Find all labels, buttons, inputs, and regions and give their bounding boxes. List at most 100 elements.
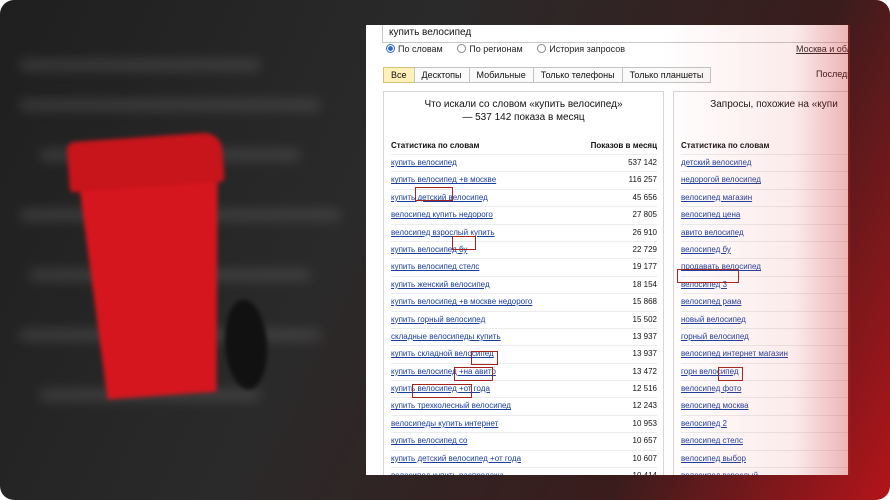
similar-query-link[interactable]: велосипед магазин [681, 193, 752, 202]
table-row: детский велосипед [681, 154, 848, 171]
table-row: складные велосипеды купить 13 937 [391, 327, 657, 345]
impressions-value: 15 502 [632, 314, 657, 324]
table-row: велосипед москва [681, 397, 848, 414]
table-row: купить женский велосипед 18 154 [391, 275, 657, 293]
table-row: велосипед стелс [681, 432, 848, 449]
table-row: велосипед фото [681, 380, 848, 397]
tab-all[interactable]: Все [383, 67, 415, 83]
region-link[interactable]: Москва и обл [796, 44, 848, 54]
impressions-value: 19 177 [632, 262, 657, 272]
query-link[interactable]: купить велосипед со [391, 436, 468, 445]
query-link[interactable]: купить велосипед +в москве [391, 175, 496, 184]
search-input[interactable]: купить велосипед [382, 25, 848, 43]
table-row: велосипед купить недорого 27 805 [391, 206, 657, 223]
query-link[interactable]: купить детский велосипед +от года [391, 454, 521, 463]
query-link[interactable]: купить трехколесный велосипед [391, 401, 511, 410]
impressions-value: 537 142 [628, 158, 657, 167]
table-row: купить трехколесный велосипед 12 243 [391, 397, 657, 414]
table-row: велосипеды купить интернет 10 953 [391, 414, 657, 432]
radio-dot-icon [537, 44, 547, 53]
table-row: велосипед цена [681, 206, 848, 223]
similar-query-link[interactable]: недорогой велосипед [681, 175, 761, 184]
query-link[interactable]: купить велосипед стелс [391, 262, 479, 271]
impressions-value: 45 656 [632, 192, 657, 202]
query-link[interactable]: купить велосипед +в москве недорого [391, 297, 532, 306]
table-row: новый велосипед [681, 310, 848, 328]
tab-tablets[interactable]: Только планшеты [621, 67, 712, 83]
impressions-value: 13 472 [632, 366, 657, 376]
similar-query-link[interactable]: велосипед москва [681, 401, 749, 410]
table-row: велосипед рама [681, 293, 848, 310]
table-row: купить велосипед бу 22 729 [391, 240, 657, 258]
table-row: купить велосипед +в москве недорого 15 86… [391, 293, 657, 310]
col-stats-header: Статистика по словам [681, 141, 770, 150]
col-impressions-header: Показов в месяц [590, 141, 657, 150]
table-row: недорогой велосипед [681, 171, 848, 188]
highlight-box [471, 351, 498, 365]
query-link[interactable]: купить женский велосипед [391, 280, 490, 289]
similar-query-link[interactable]: детский велосипед [681, 158, 751, 167]
query-link[interactable]: велосипед купить распродажа [391, 471, 504, 475]
table-row: купить велосипед стелс 19 177 [391, 258, 657, 275]
right-table-header: Статистика по словам [681, 141, 848, 150]
right-table-title: Запросы, похожие на «купи [710, 99, 838, 110]
impressions-value: 116 257 [628, 175, 657, 185]
similar-query-link[interactable]: новый велосипед [681, 315, 746, 324]
radio-by-regions[interactable]: По регионам [457, 44, 523, 54]
radio-history[interactable]: История запросов [537, 44, 625, 54]
table-row: горн велосипед [681, 362, 848, 380]
table-row: велосипед 2 [681, 414, 848, 432]
similar-query-link[interactable]: велосипед цена [681, 210, 740, 219]
table-row: купить велосипед 537 142 [391, 154, 657, 171]
highlight-box [454, 367, 493, 381]
table-row: велосипед интернет магазин [681, 345, 848, 362]
query-link[interactable]: складные велосипеды купить [391, 332, 501, 341]
tab-desktops[interactable]: Десктопы [413, 67, 470, 83]
query-link[interactable]: велосипеды купить интернет [391, 419, 498, 428]
table-row: горный велосипед [681, 327, 848, 345]
left-table-title: Что искали со словом «купить велосипед» … [424, 99, 623, 123]
last-update-label: Последн [816, 69, 848, 79]
similar-query-link[interactable]: авито велосипед [681, 228, 744, 237]
tab-mobile[interactable]: Мобильные [468, 67, 534, 83]
similar-query-link[interactable]: велосипед выбор [681, 454, 746, 463]
table-row: купить складной велосипед 13 937 [391, 345, 657, 362]
impressions-value: 13 937 [632, 331, 657, 341]
searched-with-word-table: Что искали со словом «купить велосипед» … [383, 91, 664, 475]
right-table-rows: детский велосипед недорогой велосипед вело… [681, 154, 848, 475]
impressions-value: 12 243 [632, 401, 657, 411]
similar-query-link[interactable]: горный велосипед [681, 332, 749, 341]
query-link[interactable]: велосипед взрослый купить [391, 228, 495, 237]
impressions-value: 10 953 [632, 418, 657, 428]
similar-query-link[interactable]: велосипед фото [681, 384, 741, 393]
query-link[interactable]: купить велосипед [391, 158, 457, 167]
similar-query-link[interactable]: велосипед 2 [681, 419, 727, 428]
table-row: купить велосипед +на авито 13 472 [391, 362, 657, 380]
left-table-rows: купить велосипед 537 142 купить велосипед … [391, 154, 657, 475]
impressions-value: 27 805 [632, 210, 657, 220]
col-stats-header: Статистика по словам [391, 141, 480, 150]
search-mode-radios: По словам По регионам История запросов [386, 44, 637, 54]
similar-query-link[interactable]: велосипед взрослый [681, 471, 758, 475]
query-link[interactable]: купить горный велосипед [391, 315, 485, 324]
similar-query-link[interactable]: велосипед стелс [681, 436, 743, 445]
similar-query-link[interactable]: велосипед интернет магазин [681, 349, 788, 358]
highlight-box [415, 187, 453, 201]
impressions-value: 18 154 [632, 279, 657, 289]
impressions-value: 10 607 [632, 453, 657, 463]
table-row: велосипед бу [681, 240, 848, 258]
similar-query-link[interactable]: велосипед рама [681, 297, 741, 306]
table-row: купить детский велосипед +от года 10 607 [391, 449, 657, 467]
similar-queries-table: Запросы, похожие на «купи Статистика по … [673, 91, 848, 475]
impressions-value: 12 516 [632, 384, 657, 394]
highlight-box [718, 367, 743, 381]
table-row: авито велосипед [681, 223, 848, 241]
query-link[interactable]: велосипед купить недорого [391, 210, 493, 219]
tab-phones[interactable]: Только телефоны [532, 67, 623, 83]
wordstat-panel: купить велосипед По словам По регионам И… [366, 25, 848, 475]
table-row: купить велосипед со 10 657 [391, 432, 657, 449]
table-row: велосипед магазин [681, 188, 848, 206]
impressions-value: 26 910 [632, 227, 657, 237]
radio-by-words[interactable]: По словам [386, 44, 443, 54]
similar-query-link[interactable]: велосипед бу [681, 245, 731, 254]
